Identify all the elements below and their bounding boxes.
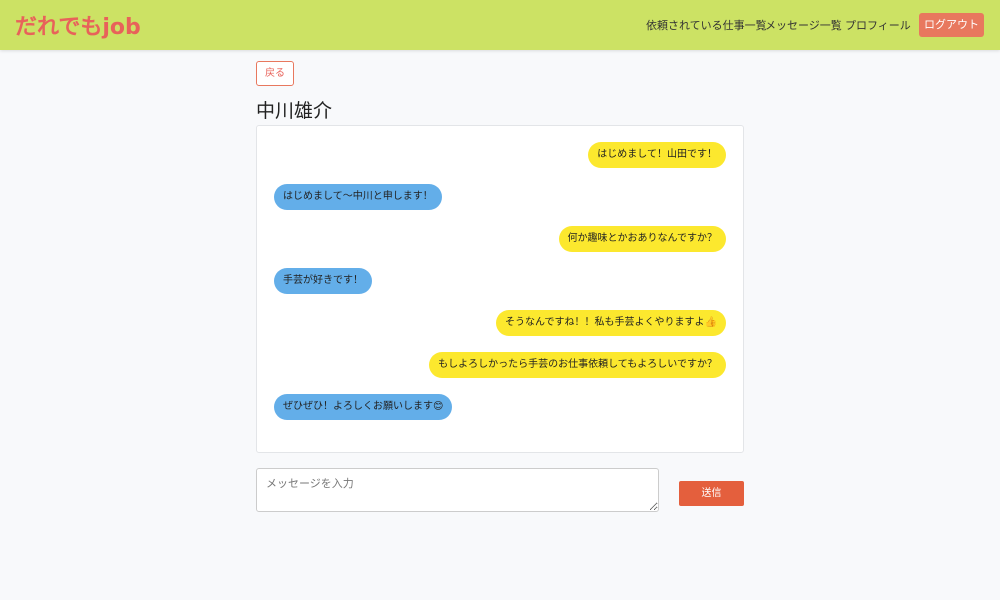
nav-profile[interactable]: プロフィール — [845, 17, 911, 33]
nav-messages[interactable]: メッセージ一覧 — [765, 17, 842, 33]
send-button[interactable]: 送信 — [679, 481, 744, 506]
message-bubble-mine: はじめまして！山田です！ — [588, 142, 726, 168]
navbar: だれでもjob 依頼されている仕事一覧 メッセージ一覧 プロフィール ログアウト — [0, 0, 1000, 50]
logout-button[interactable]: ログアウト — [919, 13, 984, 37]
message-bubble-mine: そうなんですね！！私も手芸よくやりますよ👍 — [496, 310, 726, 336]
message-bubble-partner: ぜひぜひ！よろしくお願いします😊 — [274, 394, 453, 420]
message-bubble-mine: もしよろしかったら手芸のお仕事依頼してもよろしいですか？ — [429, 352, 726, 378]
brand-logo[interactable]: だれでもjob — [15, 9, 141, 41]
back-button[interactable]: 戻る — [256, 61, 294, 86]
message-bubble-partner: 手芸が好きです！ — [274, 268, 372, 294]
message-bubble-partner: はじめまして〜中川と申します！ — [274, 184, 442, 210]
partner-name: 中川雄介 — [256, 100, 333, 122]
message-bubble-mine: 何か趣味とかおありなんですか？ — [558, 226, 726, 252]
nav-requested-jobs[interactable]: 依頼されている仕事一覧 — [646, 17, 767, 33]
chat-thread: はじめまして！山田です！ はじめまして〜中川と申します！ 何か趣味とかおありなん… — [256, 125, 744, 453]
message-input[interactable] — [256, 468, 659, 512]
